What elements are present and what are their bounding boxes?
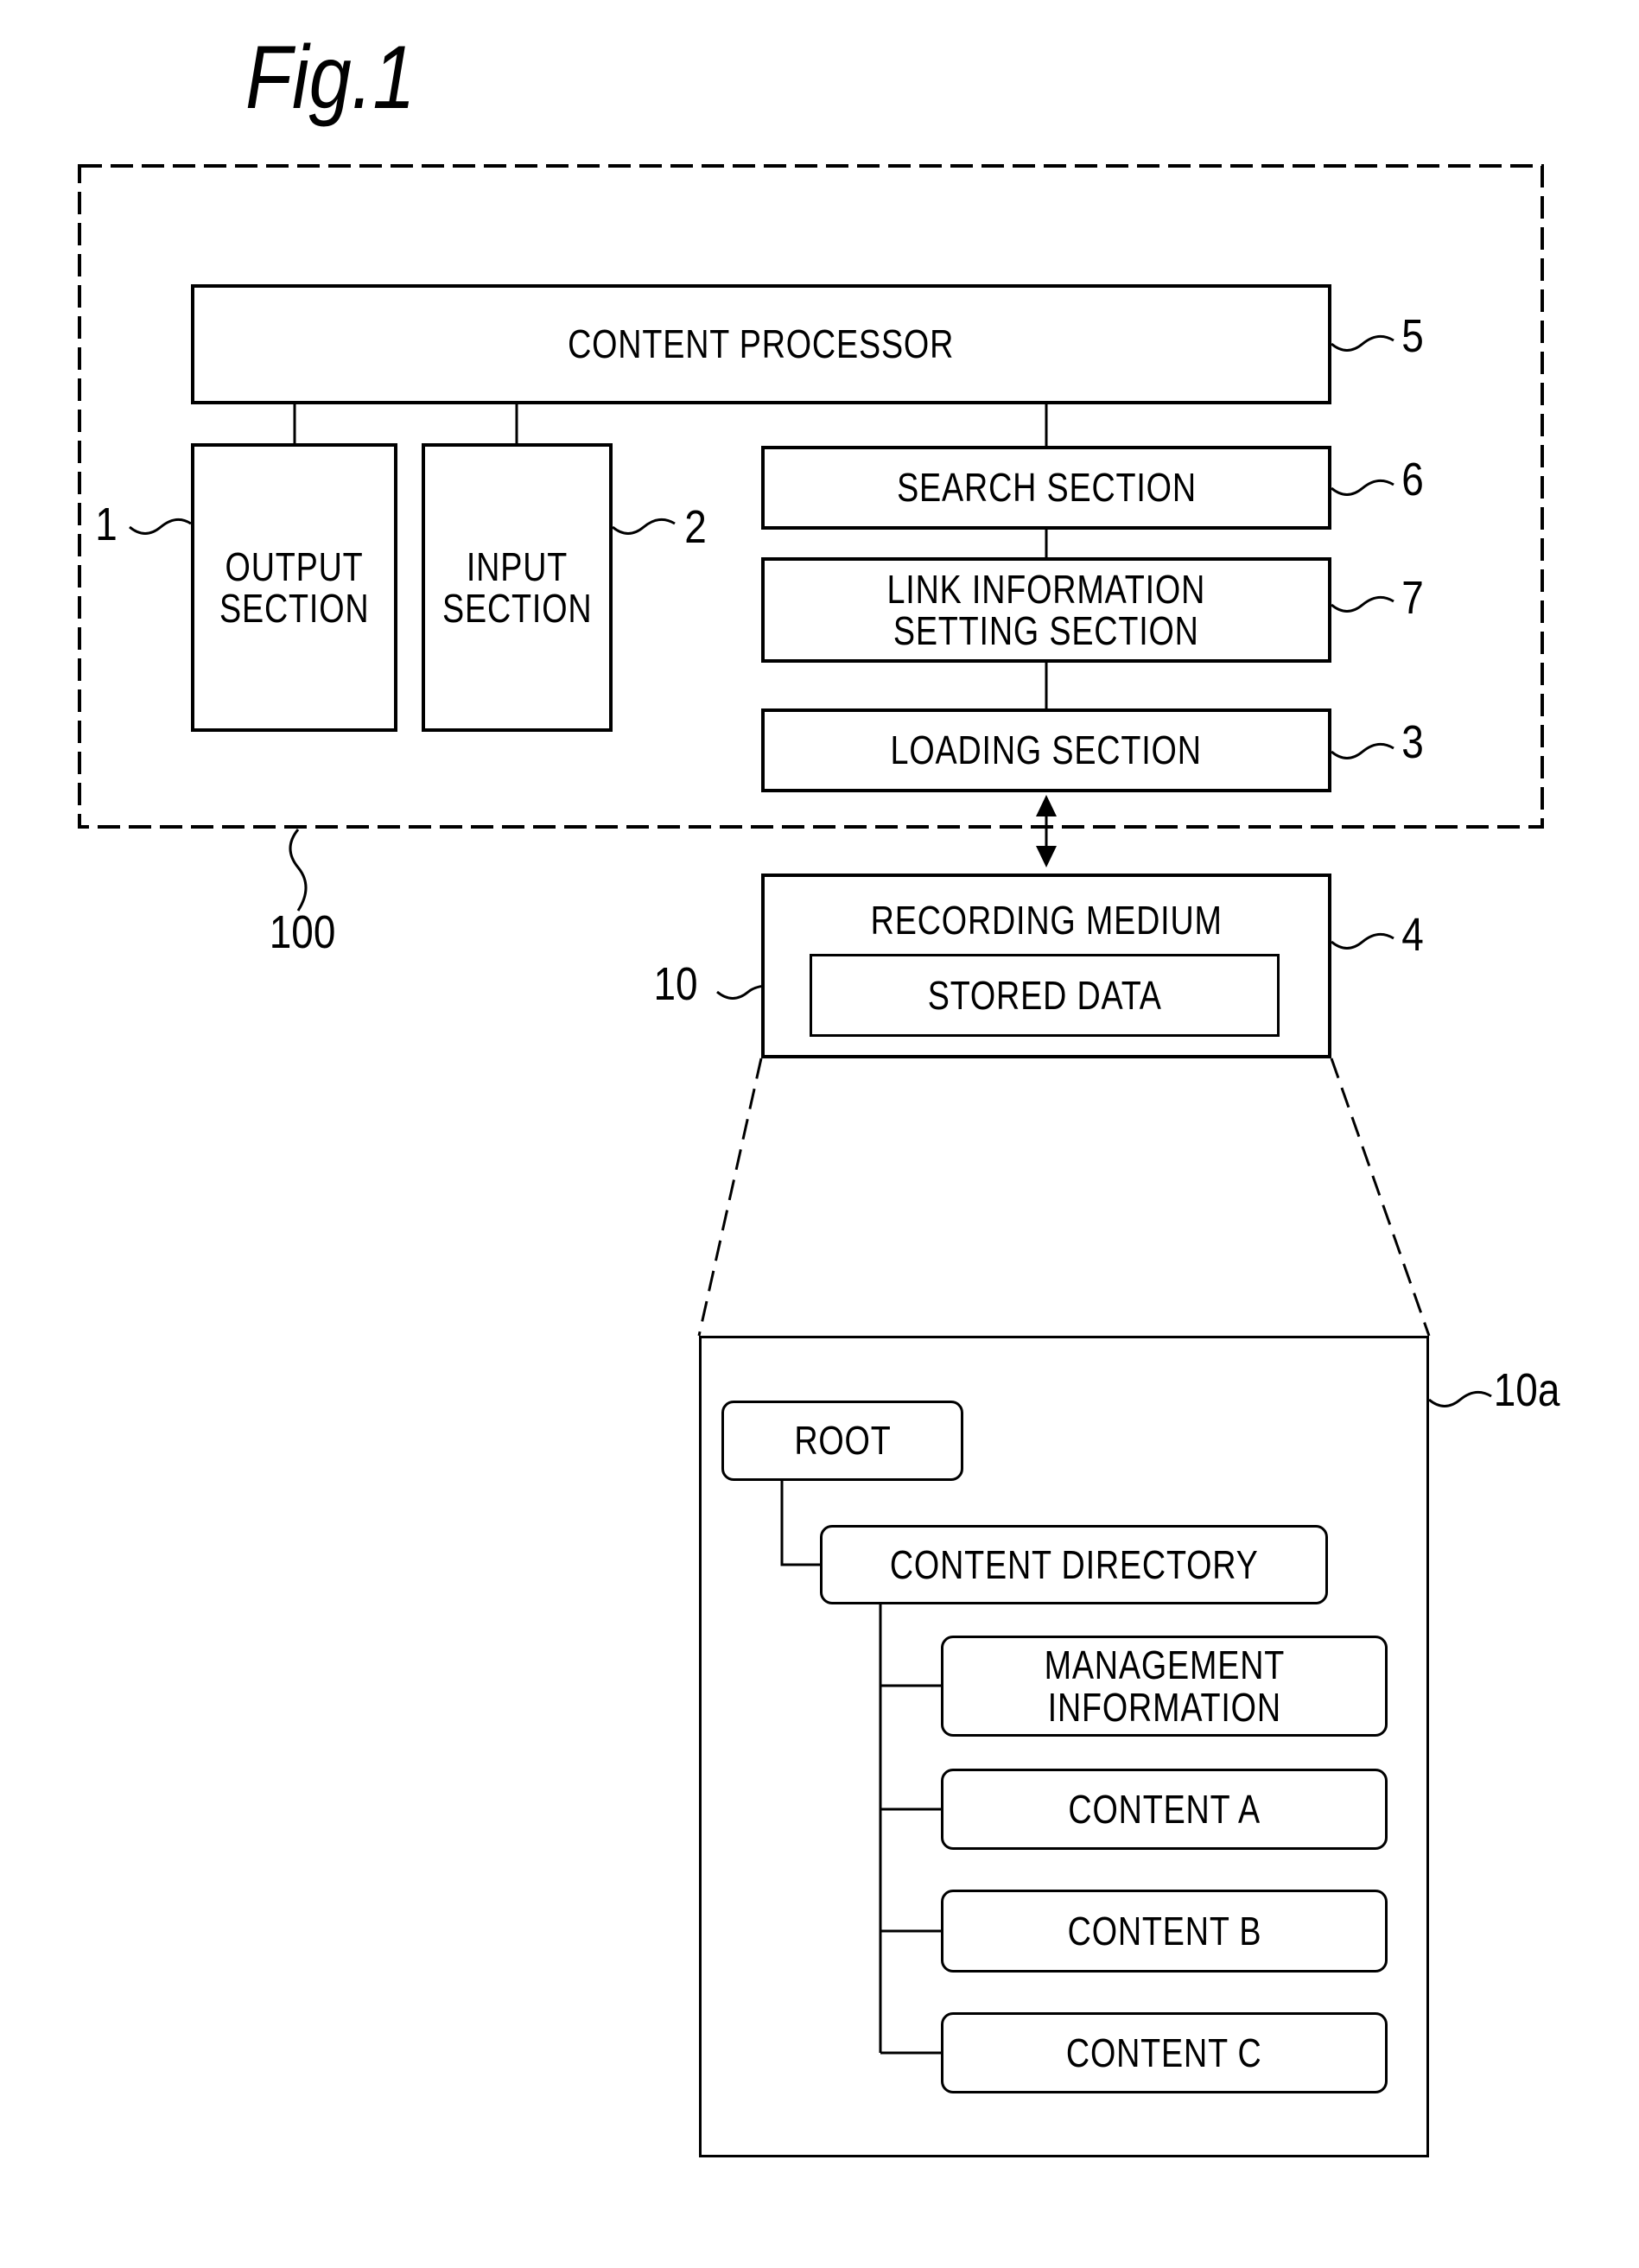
link-section-label-1: LINK INFORMATION bbox=[886, 566, 1206, 612]
content-directory-label: CONTENT DIRECTORY bbox=[889, 1541, 1259, 1587]
ref-10a: 10a bbox=[1493, 1364, 1560, 1416]
ref-leader-100 bbox=[289, 829, 308, 912]
tree-node-content-c: CONTENT C bbox=[941, 2012, 1388, 2093]
output-section-label-1: OUTPUT bbox=[225, 543, 364, 589]
tree-node-content-b: CONTENT B bbox=[941, 1890, 1388, 1973]
content-b-label: CONTENT B bbox=[1067, 1908, 1261, 1954]
ref-leader-3 bbox=[1331, 742, 1394, 759]
input-section-box: INPUT SECTION bbox=[422, 443, 613, 732]
recording-medium-label: RECORDING MEDIUM bbox=[870, 898, 1223, 943]
stored-data-box: STORED DATA bbox=[810, 954, 1280, 1037]
root-label: ROOT bbox=[793, 1418, 892, 1464]
management-information-label-2: INFORMATION bbox=[1047, 1684, 1281, 1730]
link-section-label-2: SETTING SECTION bbox=[893, 608, 1199, 653]
content-processor-label: CONTENT PROCESSOR bbox=[568, 321, 955, 367]
ref-10: 10 bbox=[653, 958, 698, 1010]
tree-node-root: ROOT bbox=[721, 1401, 963, 1481]
output-section-label-2: SECTION bbox=[219, 586, 370, 631]
ref-100: 100 bbox=[269, 906, 336, 958]
ref-4: 4 bbox=[1401, 909, 1424, 961]
link-information-setting-section-box: LINK INFORMATION SETTING SECTION bbox=[761, 557, 1331, 663]
bidirectional-arrow-icon bbox=[1036, 795, 1057, 867]
ref-1: 1 bbox=[95, 499, 118, 550]
ref-7: 7 bbox=[1401, 572, 1424, 624]
tree-node-content-directory: CONTENT DIRECTORY bbox=[820, 1525, 1328, 1604]
expansion-line-right bbox=[1330, 1058, 1431, 1337]
figure-title: Fig.1 bbox=[245, 28, 416, 128]
ref-leader-10a bbox=[1428, 1390, 1492, 1407]
input-section-label-2: SECTION bbox=[442, 586, 593, 631]
output-section-box: OUTPUT SECTION bbox=[191, 443, 397, 732]
input-section-label-1: INPUT bbox=[466, 543, 569, 589]
expansion-line-left bbox=[697, 1058, 763, 1337]
ref-leader-2 bbox=[612, 518, 676, 535]
tree-node-management-information: MANAGEMENT INFORMATION bbox=[941, 1636, 1388, 1737]
loading-section-box: LOADING SECTION bbox=[761, 708, 1331, 792]
ref-leader-5 bbox=[1331, 334, 1394, 352]
search-section-label: SEARCH SECTION bbox=[896, 465, 1197, 511]
ref-3: 3 bbox=[1401, 716, 1424, 768]
content-processor-box: CONTENT PROCESSOR bbox=[191, 284, 1331, 404]
ref-6: 6 bbox=[1401, 454, 1424, 505]
loading-section-label: LOADING SECTION bbox=[890, 727, 1203, 773]
search-section-box: SEARCH SECTION bbox=[761, 446, 1331, 530]
ref-leader-6 bbox=[1331, 479, 1394, 496]
content-a-label: CONTENT A bbox=[1068, 1786, 1261, 1832]
ref-5: 5 bbox=[1401, 310, 1424, 362]
ref-leader-1 bbox=[129, 518, 192, 535]
management-information-label-1: MANAGEMENT bbox=[1044, 1642, 1285, 1688]
ref-2: 2 bbox=[684, 501, 707, 553]
ref-leader-7 bbox=[1331, 595, 1394, 613]
tree-node-content-a: CONTENT A bbox=[941, 1769, 1388, 1850]
ref-leader-4 bbox=[1331, 932, 1394, 950]
content-c-label: CONTENT C bbox=[1066, 2030, 1262, 2075]
stored-data-label: STORED DATA bbox=[927, 972, 1162, 1018]
